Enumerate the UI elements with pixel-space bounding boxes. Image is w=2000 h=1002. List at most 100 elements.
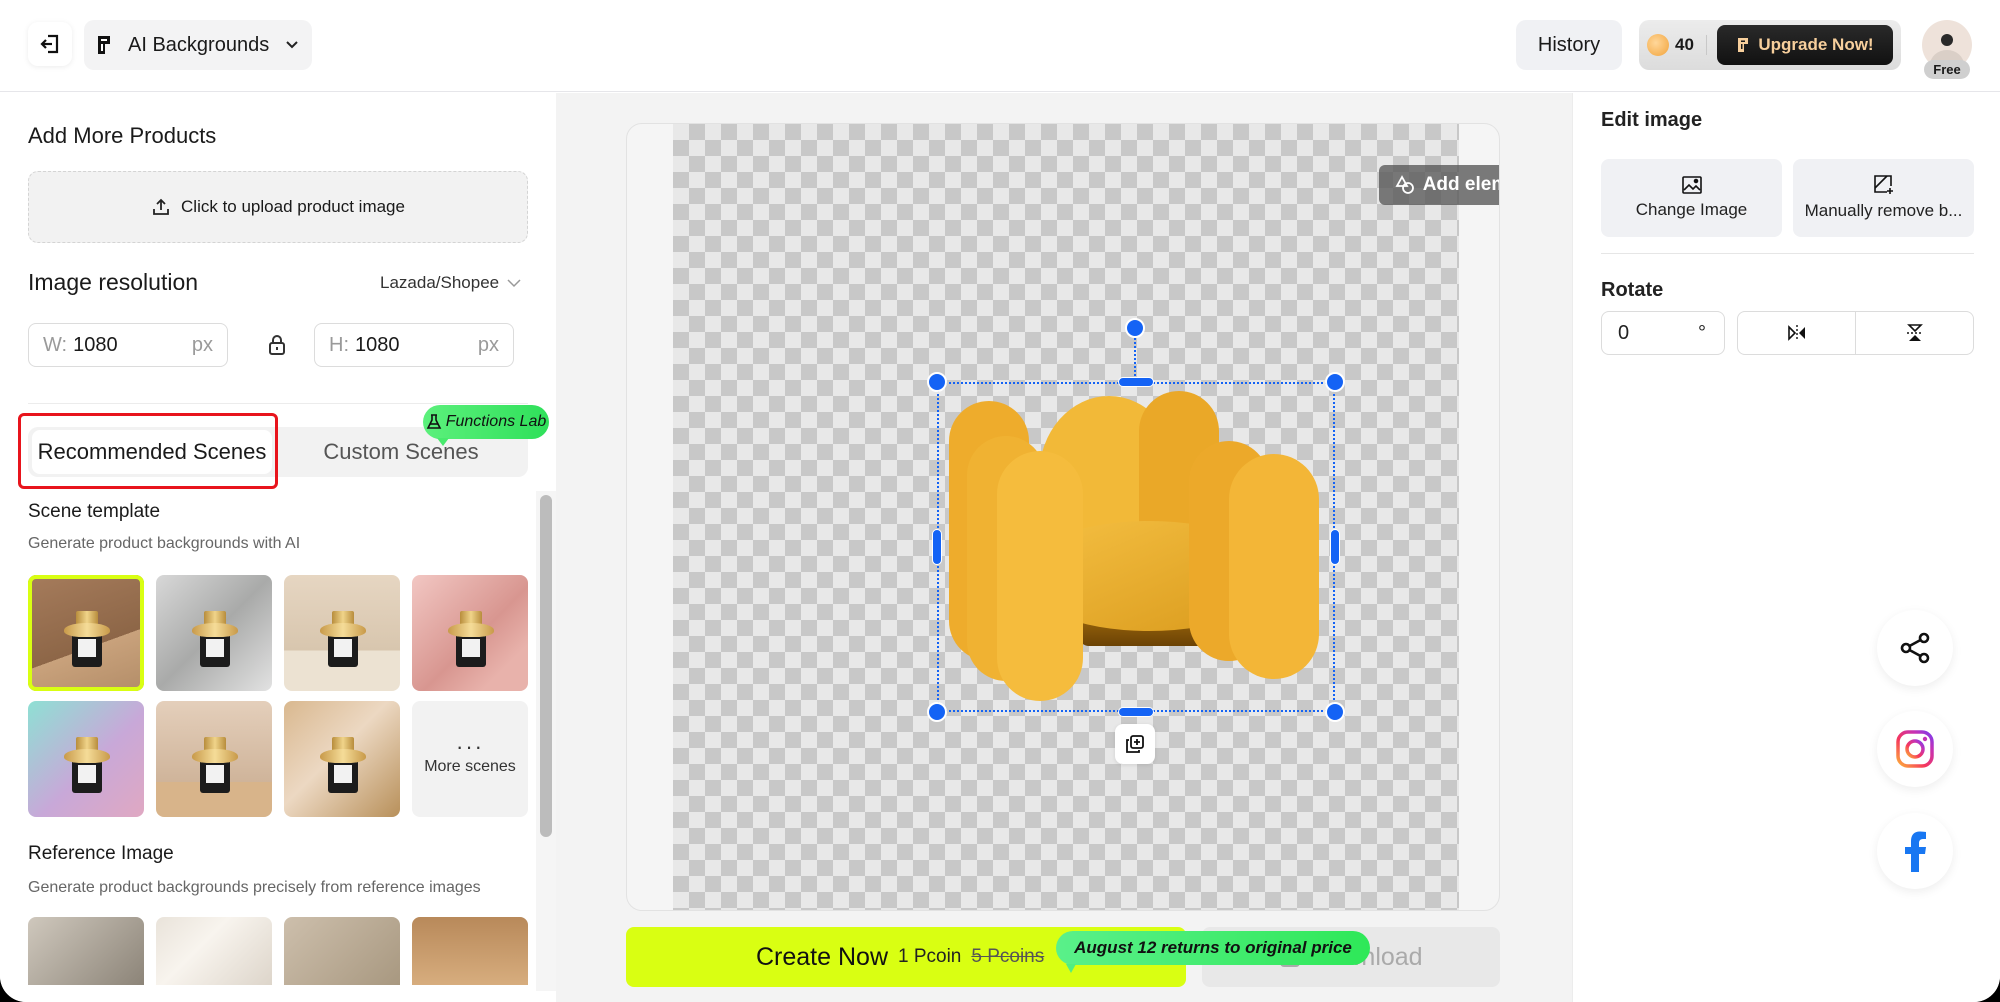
promo-tooltip: August 12 returns to original price	[1056, 931, 1370, 973]
history-button[interactable]: History	[1516, 20, 1622, 70]
scene-thumbnail[interactable]	[284, 701, 400, 817]
reference-thumbnail[interactable]	[412, 917, 528, 985]
degree-unit: °	[1698, 321, 1706, 344]
image-icon	[1681, 176, 1702, 194]
instagram-icon	[1896, 730, 1934, 768]
resolution-title: Image resolution	[28, 269, 199, 295]
resize-handle-top-right[interactable]	[1325, 372, 1345, 392]
scrollbar-thumb[interactable]	[540, 495, 552, 837]
reference-thumbnail[interactable]	[284, 917, 400, 985]
scene-thumbnail[interactable]	[28, 575, 144, 691]
perfume-bottle	[64, 737, 110, 793]
upload-icon	[153, 198, 169, 215]
width-value[interactable]: 1080	[73, 334, 192, 357]
divider	[28, 403, 528, 404]
resize-handle-bottom-left[interactable]	[927, 702, 947, 722]
duplicate-button[interactable]	[1115, 724, 1155, 764]
exit-button[interactable]	[28, 22, 72, 66]
perfume-bottle	[320, 611, 366, 667]
upload-label: Click to upload product image	[181, 197, 405, 216]
upgrade-label: Upgrade Now!	[1758, 35, 1874, 54]
shapes-icon	[1395, 175, 1414, 194]
selection-box	[937, 382, 1335, 712]
tool-name: AI Backgrounds	[128, 33, 270, 56]
exit-icon	[40, 34, 59, 54]
avatar-head	[1941, 34, 1953, 46]
manual-remove-bg-button[interactable]: Manually remove b...	[1793, 159, 1974, 237]
upload-product-button[interactable]: Click to upload product image	[28, 171, 528, 243]
scene-thumbnail[interactable]	[284, 575, 400, 691]
create-label: Create Now	[756, 942, 888, 971]
scene-thumbnail[interactable]	[412, 575, 528, 691]
ellipsis-icon: ···	[456, 734, 484, 759]
resize-handle-bottom-right[interactable]	[1325, 702, 1345, 722]
price-label: 1 Pcoin	[898, 946, 962, 967]
perfume-bottle	[320, 737, 366, 793]
highlight-annotation	[18, 413, 278, 489]
right-panel: Edit image Change Image Manually remove …	[1572, 93, 2000, 1002]
facebook-button[interactable]	[1877, 813, 1953, 889]
reference-thumbnail[interactable]	[28, 917, 144, 985]
tool-selector[interactable]: AI Backgrounds	[84, 20, 312, 70]
change-image-button[interactable]: Change Image	[1601, 159, 1782, 237]
separator	[1705, 35, 1707, 55]
chevron-down-icon	[507, 278, 521, 287]
scene-thumbnail[interactable]	[156, 701, 272, 817]
instagram-button[interactable]	[1877, 711, 1953, 787]
perfume-bottle	[448, 611, 494, 667]
flip-vertical-button[interactable]	[1856, 312, 1973, 354]
functions-lab-badge: Functions Lab	[423, 405, 549, 446]
reference-image-subtitle: Generate product backgrounds precisely f…	[28, 879, 481, 896]
top-bar: AI Backgrounds History 40 Upgrade Now! F…	[0, 0, 2000, 92]
resolution-preset-select[interactable]: Lazada/Shopee	[380, 273, 521, 293]
scene-thumbnail[interactable]	[156, 575, 272, 691]
resize-handle-top[interactable]	[1118, 377, 1154, 387]
scene-template-subtitle: Generate product backgrounds with AI	[28, 535, 301, 552]
flip-horizontal-button[interactable]	[1738, 312, 1856, 354]
perfume-bottle	[192, 737, 238, 793]
scene-template-title: Scene template	[28, 501, 161, 522]
flip-horizontal-icon	[1787, 325, 1805, 341]
divider	[1601, 253, 1974, 254]
height-prefix: H:	[329, 333, 349, 356]
flip-vertical-icon	[1906, 324, 1923, 341]
scene-thumbnail[interactable]	[28, 701, 144, 817]
resize-handle-left[interactable]	[932, 529, 942, 565]
coin-count: 40	[1675, 35, 1694, 54]
reference-image-title: Reference Image	[28, 843, 174, 864]
reference-thumbnail[interactable]	[156, 917, 272, 985]
old-price-label: 5 Pcoins	[971, 946, 1045, 967]
preset-value: Lazada/Shopee	[380, 273, 500, 292]
change-image-label: Change Image	[1635, 200, 1748, 219]
lock-aspect-icon[interactable]	[266, 333, 288, 357]
height-value[interactable]: 1080	[355, 334, 478, 357]
share-icon	[1900, 632, 1930, 664]
perfume-bottle	[192, 611, 238, 667]
lab-badge-label: Functions Lab	[445, 413, 547, 430]
duplicate-icon	[1126, 735, 1144, 753]
chevron-down-icon	[286, 41, 298, 49]
left-panel: Add More Products Click to upload produc…	[0, 93, 556, 1002]
edit-image-title: Edit image	[1601, 109, 1703, 131]
coin-icon	[1647, 34, 1669, 56]
share-button[interactable]	[1877, 610, 1953, 686]
resize-handle-bottom[interactable]	[1118, 707, 1154, 717]
rotation-guide	[1134, 334, 1136, 380]
flip-controls	[1737, 311, 1974, 355]
rotate-handle[interactable]	[1125, 318, 1145, 338]
flask-icon	[426, 414, 442, 429]
width-input[interactable]: W: 1080 px	[28, 323, 228, 367]
rotate-input[interactable]: 0 °	[1601, 311, 1725, 355]
resize-handle-top-left[interactable]	[927, 372, 947, 392]
upgrade-logo-icon	[1738, 38, 1749, 52]
tool-logo-icon	[98, 36, 110, 54]
resize-handle-right[interactable]	[1330, 529, 1340, 565]
upgrade-button[interactable]: Upgrade Now!	[1717, 25, 1893, 65]
more-scenes-button[interactable]: ··· More scenes	[412, 701, 528, 817]
width-prefix: W:	[43, 333, 68, 356]
rotate-value[interactable]: 0	[1618, 322, 1629, 345]
add-elements-button[interactable]: Add elements	[1379, 165, 1499, 205]
height-input[interactable]: H: 1080 px	[314, 323, 514, 367]
erase-magic-icon	[1873, 175, 1893, 194]
height-unit: px	[477, 333, 499, 356]
